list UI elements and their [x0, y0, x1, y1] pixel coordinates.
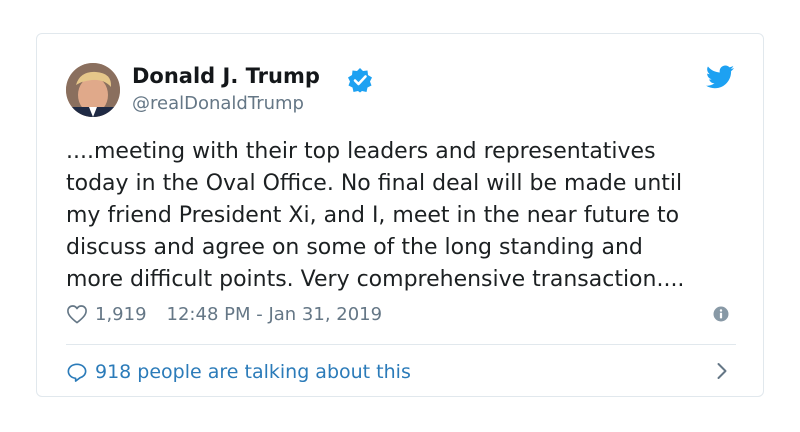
author-handle[interactable]: @realDonaldTrump: [132, 93, 304, 114]
avatar[interactable]: [66, 63, 120, 117]
speech-bubble-icon: [67, 363, 87, 382]
tweet-meta: 1,919 12:48 PM - Jan 31, 2019: [66, 301, 382, 327]
divider: [66, 344, 736, 345]
author-name[interactable]: Donald J. Trump: [132, 64, 320, 88]
verified-badge-icon: [348, 68, 372, 93]
twitter-bird-icon[interactable]: [706, 65, 734, 89]
heart-icon[interactable]: [66, 304, 88, 324]
like-count[interactable]: 1,919: [95, 304, 147, 325]
info-icon[interactable]: [713, 306, 729, 322]
talking-label[interactable]: 918 people are talking about this: [95, 361, 411, 383]
talking-link[interactable]: 918 people are talking about this: [66, 359, 411, 385]
chevron-right-icon[interactable]: [716, 361, 728, 381]
tweet-timestamp[interactable]: 12:48 PM - Jan 31, 2019: [167, 304, 383, 325]
tweet-text: ....meeting with their top leaders and r…: [66, 139, 685, 292]
tweet-card: Donald J. Trump @realDonaldTrump ....mee…: [36, 33, 764, 397]
